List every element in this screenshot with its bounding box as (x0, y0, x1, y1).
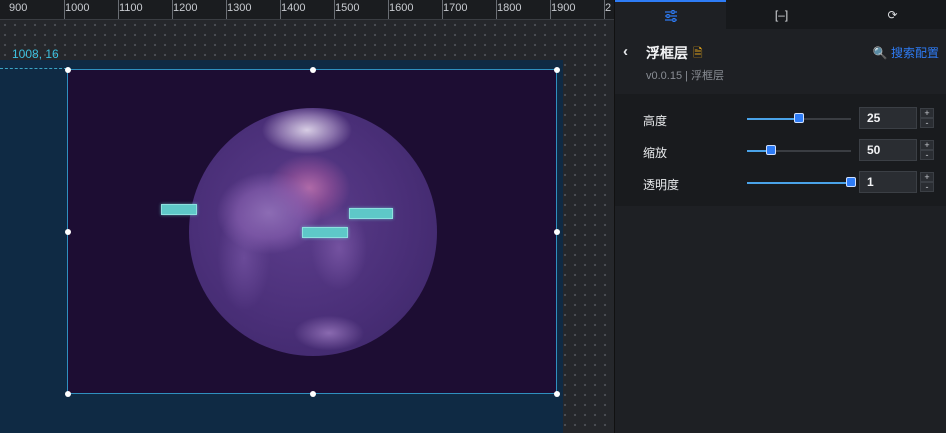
resize-handle[interactable] (310, 391, 316, 397)
decrement-button[interactable]: - (920, 182, 934, 192)
prop-row-scale: 缩放 + - (615, 139, 946, 163)
property-list: 高度 + - 缩放 + - 透明度 + - (615, 94, 946, 206)
sliders-icon (664, 9, 677, 22)
resize-handle[interactable] (554, 391, 560, 397)
resize-handle[interactable] (554, 67, 560, 73)
floating-tag[interactable] (349, 208, 393, 219)
resize-handle[interactable] (65, 229, 71, 235)
search-config-button[interactable]: 🔍 搜索配置 (873, 44, 939, 61)
prop-row-height: 高度 + - (615, 107, 946, 131)
ruler-tick: 1900 (551, 2, 576, 14)
refresh-icon: ⟳ (887, 7, 898, 22)
ruler-tick: 1500 (335, 2, 360, 14)
decrement-button[interactable]: - (920, 150, 934, 160)
slider-knob[interactable] (765, 145, 776, 155)
resize-handle[interactable] (65, 67, 71, 73)
ruler-tick: 1200 (173, 2, 198, 14)
slider-knob[interactable] (846, 177, 856, 187)
selected-component[interactable] (65, 67, 560, 397)
ruler-tick: 1400 (281, 2, 306, 14)
prop-label: 高度 (643, 114, 668, 128)
tab-config[interactable] (615, 0, 726, 29)
ruler-tick: 1800 (497, 2, 522, 14)
height-slider[interactable] (747, 113, 851, 123)
ruler-tick: 1700 (443, 2, 468, 14)
coordinate-readout: 1008, 16 (12, 47, 59, 61)
config-panel: [–] ⟳ ‹ 浮框层 🗎 🔍 搜索配置 v0.0.15 | 浮框层 高度 + … (614, 0, 946, 433)
resize-handle[interactable] (554, 229, 560, 235)
scale-slider[interactable] (747, 145, 851, 155)
slider-knob[interactable] (794, 113, 804, 123)
bracket-icon: [–] (774, 7, 789, 22)
back-icon[interactable]: ‹ (623, 43, 628, 60)
tab-data[interactable]: [–] (726, 0, 837, 29)
version-label: v0.0.15 | 浮框层 (646, 70, 725, 82)
scale-input[interactable] (859, 139, 917, 161)
prop-label: 缩放 (643, 146, 668, 160)
opacity-input[interactable] (859, 171, 917, 193)
prop-label: 透明度 (643, 178, 680, 192)
horizontal-ruler: 900 1000 1100 1200 1300 1400 1500 1600 1… (0, 0, 614, 20)
height-input[interactable] (859, 107, 917, 129)
ruler-tick: 1100 (119, 2, 143, 14)
ruler-tick: 1600 (389, 2, 414, 14)
component-title: 浮框层 (646, 45, 688, 61)
ruler-tick: 900 (9, 2, 28, 14)
resize-handle[interactable] (310, 67, 316, 73)
opacity-slider[interactable] (747, 177, 856, 187)
panel-header: ‹ 浮框层 🗎 🔍 搜索配置 v0.0.15 | 浮框层 (615, 29, 946, 89)
decrement-button[interactable]: - (920, 118, 934, 128)
increment-button[interactable]: + (920, 108, 934, 118)
position-guide-line (0, 68, 67, 69)
earth-globe-image (161, 108, 437, 356)
floating-tag[interactable] (302, 227, 348, 238)
resize-handle[interactable] (65, 391, 71, 397)
ruler-tick: 2 (605, 2, 612, 14)
floating-tag[interactable] (161, 204, 197, 215)
prop-row-opacity: 透明度 + - (615, 171, 946, 195)
panel-tabs: [–] ⟳ (615, 0, 946, 29)
editor-canvas[interactable]: 900 1000 1100 1200 1300 1400 1500 1600 1… (0, 0, 614, 433)
ruler-tick: 1300 (227, 2, 252, 14)
increment-button[interactable]: + (920, 140, 934, 150)
ruler-tick: 1000 (65, 2, 90, 14)
tab-interaction[interactable]: ⟳ (837, 0, 946, 29)
document-icon[interactable]: 🗎 (693, 44, 703, 65)
increment-button[interactable]: + (920, 172, 934, 182)
